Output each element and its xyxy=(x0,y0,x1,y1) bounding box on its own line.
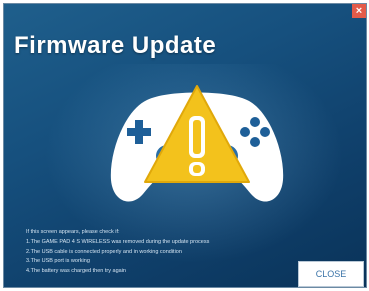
gamepad-icon xyxy=(110,85,284,202)
instruction-line: 2.The USB cable is connected properly an… xyxy=(26,248,182,255)
face-button-icon xyxy=(250,117,260,127)
firmware-update-window: × Firmware Update If this screen appears… xyxy=(3,3,367,288)
close-button[interactable]: CLOSE xyxy=(298,261,364,287)
instruction-line: 4.The battery was charged then try again xyxy=(26,268,126,275)
instruction-line: 1.The GAME PAD 4 S WIRELESS was removed … xyxy=(26,238,210,245)
instruction-line: 3.The USB port is working xyxy=(26,258,90,265)
troubleshooting-instructions: If this screen appears, please check if:… xyxy=(26,228,266,277)
window-close-icon[interactable]: × xyxy=(352,4,366,18)
controller-warning-illustration xyxy=(107,82,287,212)
page-title: Firmware Update xyxy=(14,32,217,59)
instruction-line: If this screen appears, please check if: xyxy=(26,229,120,235)
